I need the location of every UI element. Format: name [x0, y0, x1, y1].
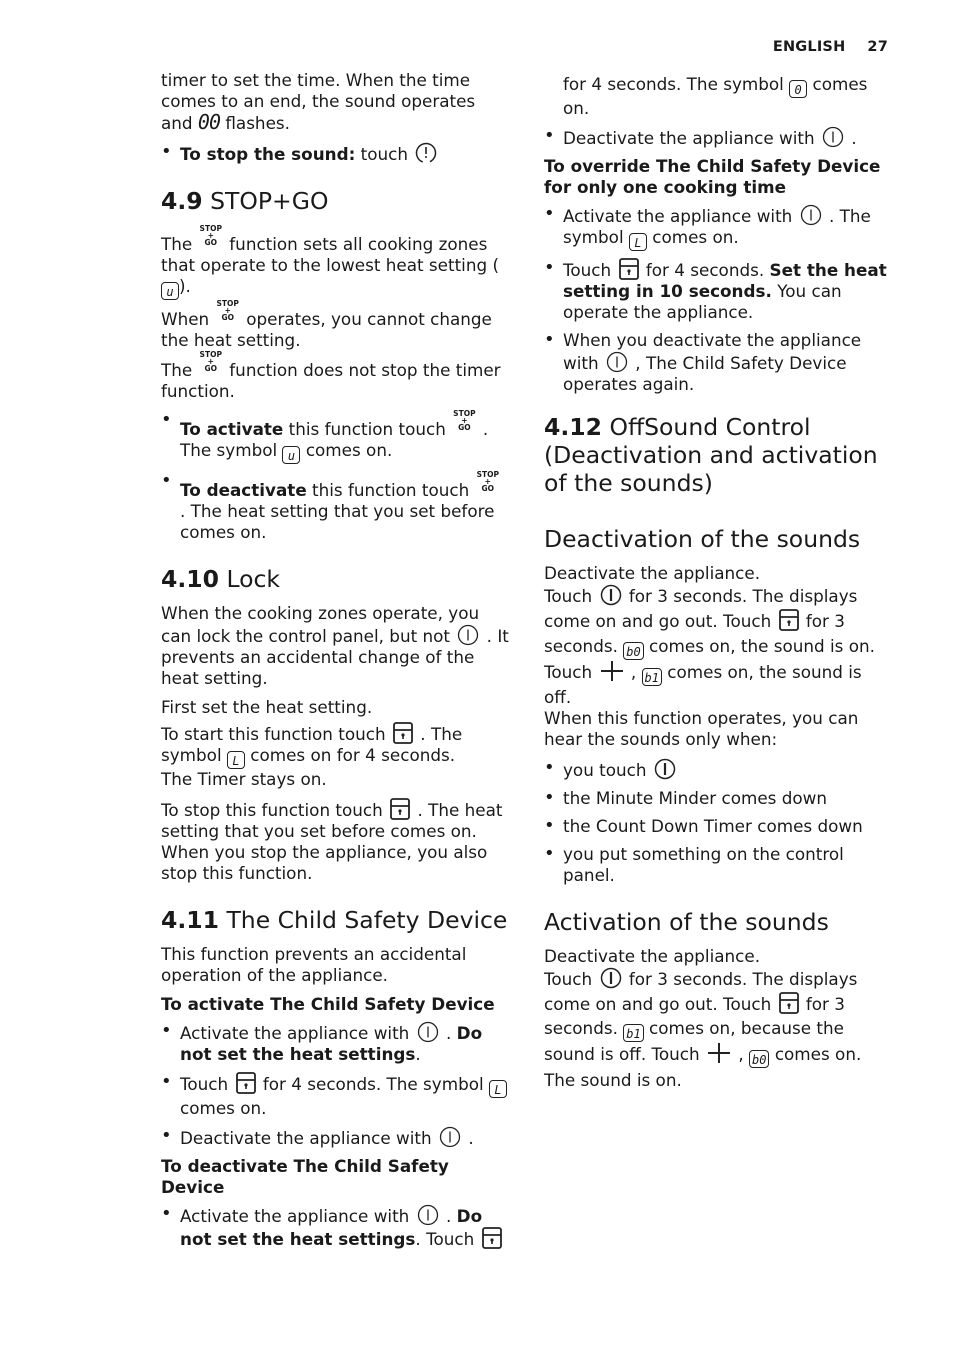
paragraph: The STOP + GO function does not stop the t… [161, 350, 501, 401]
sounds-list: you touch the Minute Minder comes down t… [544, 757, 894, 886]
power-icon [458, 624, 479, 646]
display-b0-icon: b0 [749, 1050, 770, 1068]
stop-sound-icon [416, 142, 437, 164]
paragraph: This function prevents an accidental ope… [161, 944, 467, 985]
power-icon [606, 351, 628, 373]
paragraph: When this function operates, you can hea… [544, 708, 859, 749]
subheading: To activate The Child Safety Device [161, 994, 495, 1014]
display-u-icon: u [282, 446, 301, 464]
lock-icon [618, 258, 639, 280]
list-item: you put something on the control panel. [544, 843, 894, 886]
page-header: ENGLISH 27 [773, 39, 888, 55]
subsection-title-deactivation: Deactivation of the sounds [544, 525, 861, 553]
paragraph: Touch for 3 seconds. The displays come o… [544, 967, 862, 1090]
list-item: the Minute Minder comes down [544, 787, 894, 809]
display-b0-icon: b0 [623, 642, 644, 660]
paragraph: When the cooking zones operate, you can … [161, 603, 509, 688]
power-icon [654, 758, 676, 780]
list-item: the Count Down Timer comes down [544, 815, 894, 837]
list-item: To stop the sound: touch [161, 141, 511, 165]
display-0-icon: 0 [789, 80, 808, 98]
intro-paragraph: timer to set the time. When the time com… [161, 70, 476, 134]
left-column: timer to set the time. When the time com… [161, 70, 511, 1257]
lock-icon [778, 991, 799, 1014]
stop-go-icon: STOP + GO [199, 224, 222, 247]
list-item: Activate the appliance with . Do not set… [161, 1020, 511, 1065]
paragraph: When STOP + GO operates, you cannot change… [161, 299, 492, 350]
section-title-4-11: 4.11 The Child Safety Device [161, 906, 508, 934]
plus-icon [600, 661, 623, 681]
display-b1-icon: b1 [641, 668, 662, 686]
power-icon [600, 584, 621, 606]
paragraph: To start this function touch . The symbo… [161, 722, 463, 789]
lock-icon [235, 1072, 256, 1094]
subsection-title-activation: Activation of the sounds [544, 908, 829, 936]
list-item: Activate the appliance with . Do not set… [161, 1203, 511, 1250]
section-title-4-10: 4.10 Lock [161, 565, 281, 593]
continued-list: for 4 seconds. The symbol 0 comes on. De… [544, 74, 894, 149]
plus-icon [708, 1043, 731, 1063]
power-icon [600, 967, 621, 989]
power-icon [800, 204, 821, 226]
page-number: 27 [867, 39, 888, 55]
paragraph: The STOP + GO function sets all cooking zo… [161, 224, 499, 300]
power-icon [417, 1021, 438, 1043]
power-icon [417, 1204, 438, 1226]
power-icon [439, 1126, 461, 1148]
paragraph: Deactivate the appliance. [544, 563, 761, 583]
list-item: Deactivate the appliance with . [544, 125, 894, 149]
list-item: Activate the appliance with . The symbol… [544, 203, 894, 251]
display-u-icon: u [161, 282, 179, 300]
list-item: you touch [544, 757, 894, 781]
display-b1-icon: b1 [623, 1024, 644, 1042]
deactivate-list: Activate the appliance with . Do not set… [161, 1203, 511, 1250]
section-title-4-9: 4.9 STOP+GO [161, 187, 329, 215]
stop-go-icon: STOP + GO [453, 409, 476, 432]
list-item: When you deactivate the appliance with ,… [544, 329, 894, 395]
section-title-4-12: 4.12 OffSound Control (Deactivation and … [544, 413, 878, 497]
list-item-continued: for 4 seconds. The symbol 0 comes on. [563, 74, 868, 118]
lock-icon [481, 1227, 502, 1249]
stop-go-icon: STOP + GO [199, 350, 222, 373]
display-00-icon: 00 [197, 110, 221, 134]
stop-go-icon: STOP + GO [216, 299, 239, 322]
subheading: To deactivate The Child Safety Device [161, 1156, 449, 1197]
lock-icon [778, 609, 799, 631]
paragraph: Touch for 3 seconds. The displays come o… [544, 584, 875, 660]
paragraph: First set the heat setting. [161, 697, 373, 717]
intro-list: To stop the sound: touch [161, 141, 511, 165]
display-L-icon: L [628, 233, 647, 251]
language-label: ENGLISH [772, 39, 846, 55]
display-L-icon: L [226, 751, 245, 769]
lock-icon [393, 722, 413, 744]
list-item: To deactivate this function touch STOP+G… [161, 470, 511, 543]
paragraph: To stop this function touch . The heat s… [161, 798, 503, 883]
list-item: To activate this function touch STOP+GO … [161, 409, 511, 464]
paragraph: Deactivate the appliance. [544, 946, 761, 966]
power-icon [822, 126, 844, 148]
list-item: Deactivate the appliance with . [161, 1125, 511, 1149]
subheading: To override The Child Safety Device for … [544, 156, 881, 197]
paragraph: Touch , b1 comes on, the sound is off. [544, 661, 862, 707]
list-item: Touch for 4 seconds. Set the heat settin… [544, 257, 894, 323]
activate-list: Activate the appliance with . Do not set… [161, 1020, 511, 1149]
display-L-icon: L [489, 1080, 507, 1098]
stopgo-list: To activate this function touch STOP+GO … [161, 409, 511, 543]
stop-go-icon: STOP + GO [476, 470, 499, 493]
list-item: Touch for 4 seconds. The symbol L comes … [161, 1071, 511, 1119]
lock-icon [390, 798, 411, 820]
right-column: for 4 seconds. The symbol 0 comes on. De… [544, 74, 894, 1093]
override-list: Activate the appliance with . The symbol… [544, 203, 894, 395]
